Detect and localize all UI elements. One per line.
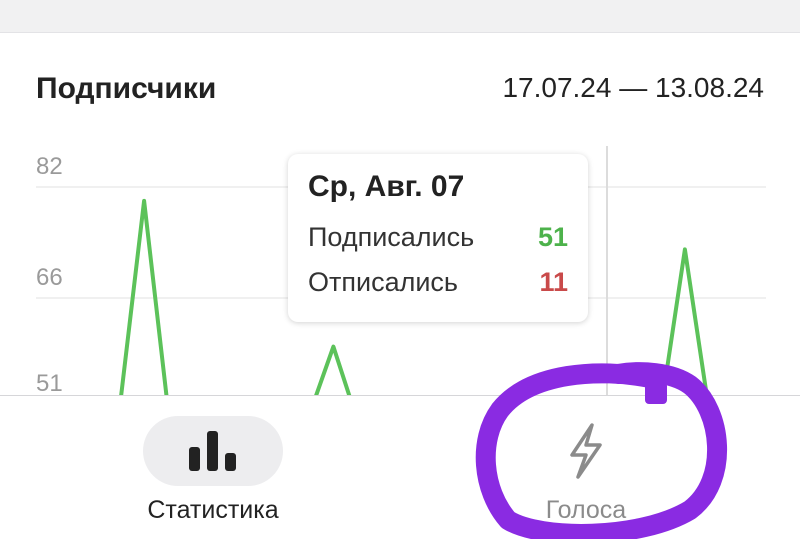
subscribed-label: Подписались — [308, 222, 475, 252]
chart-tooltip: Ср, Авг. 07 Подписались 51 Отписались 11 — [288, 154, 588, 322]
votes-label: Голоса — [545, 496, 627, 524]
lightning-icon — [570, 423, 602, 479]
statistics-pill[interactable] — [143, 416, 283, 486]
unsubscribed-label: Отписались — [308, 267, 458, 297]
tooltip-row-unsubscribed: Отписались 11 — [308, 267, 568, 298]
unsubscribed-value: 11 — [539, 267, 568, 297]
bar-chart-icon — [189, 431, 236, 471]
votes-pill[interactable] — [516, 416, 656, 486]
tooltip-row-subscribed: Подписались 51 — [308, 222, 568, 253]
statistics-label: Статистика — [147, 496, 279, 524]
nav-item-votes[interactable]: Голоса — [456, 416, 716, 525]
bottom-nav: Статистика Голоса — [0, 395, 800, 540]
nav-item-statistics[interactable]: Статистика — [83, 416, 343, 525]
y-tick-82: 82 — [36, 153, 63, 180]
subscribed-value: 51 — [537, 222, 568, 252]
y-tick-66: 66 — [36, 264, 63, 291]
y-tick-51: 51 — [36, 370, 63, 397]
tooltip-date: Ср, Авг. 07 — [308, 170, 465, 203]
